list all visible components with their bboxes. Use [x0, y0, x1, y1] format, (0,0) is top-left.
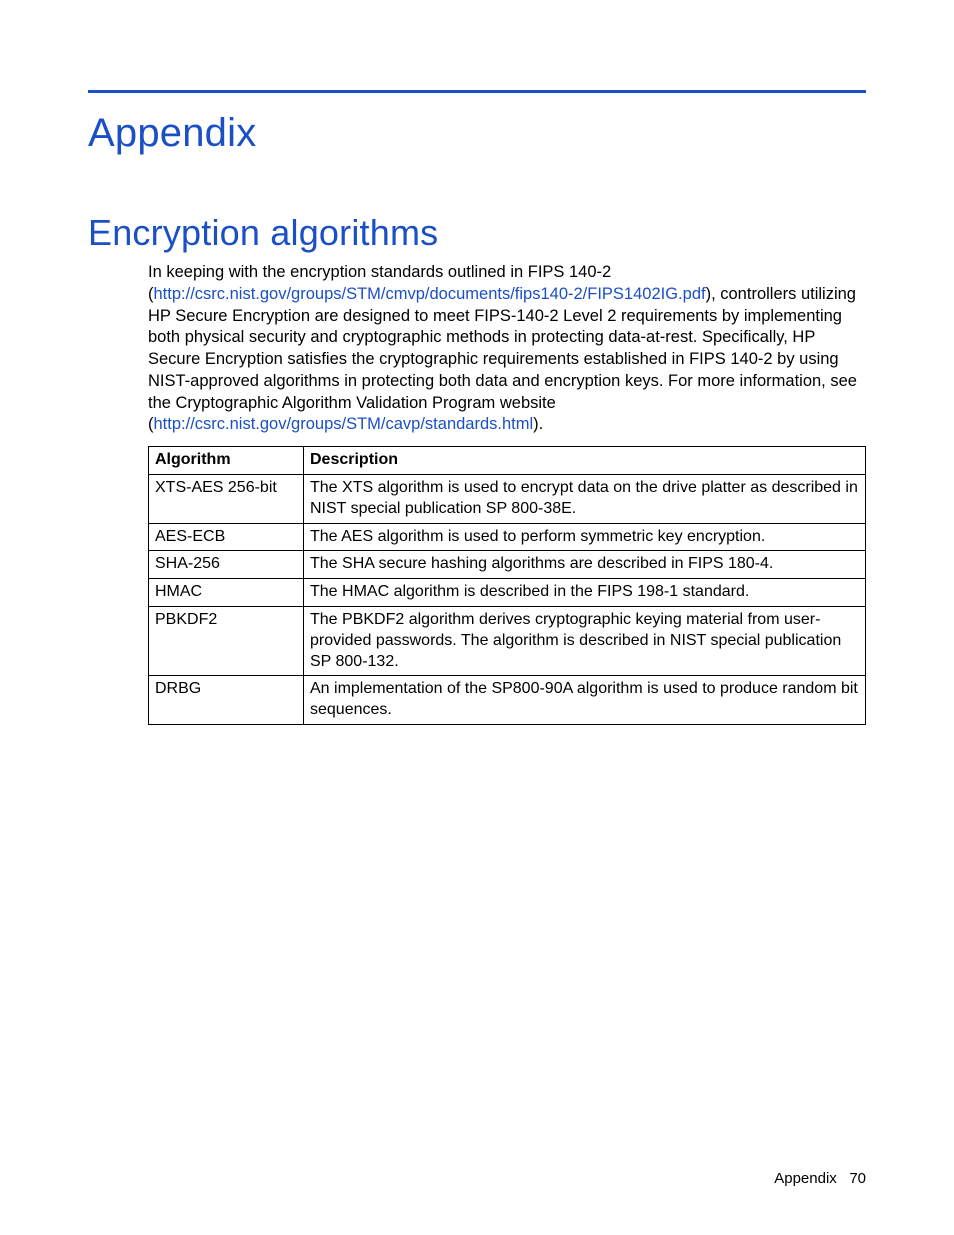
section-title: Encryption algorithms: [88, 212, 866, 254]
footer-label: Appendix: [774, 1170, 837, 1187]
cell-desc: The AES algorithm is used to perform sym…: [304, 523, 866, 551]
page-footer: Appendix 70: [774, 1170, 866, 1187]
top-rule: [88, 90, 866, 93]
algorithms-table: Algorithm Description XTS-AES 256-bit Th…: [148, 446, 866, 725]
table-header-description: Description: [304, 447, 866, 475]
table-row: XTS-AES 256-bit The XTS algorithm is use…: [149, 474, 866, 523]
cell-desc: The HMAC algorithm is described in the F…: [304, 579, 866, 607]
cell-algo: XTS-AES 256-bit: [149, 474, 304, 523]
cell-desc: An implementation of the SP800-90A algor…: [304, 676, 866, 725]
fips-link[interactable]: http://csrc.nist.gov/groups/STM/cmvp/doc…: [154, 285, 706, 303]
cell-algo: HMAC: [149, 579, 304, 607]
cell-algo: PBKDF2: [149, 606, 304, 675]
footer-page-number: 70: [849, 1170, 866, 1187]
intro-text-b: ), controllers utilizing HP Secure Encry…: [148, 285, 857, 434]
table-row: PBKDF2 The PBKDF2 algorithm derives cryp…: [149, 606, 866, 675]
table-row: SHA-256 The SHA secure hashing algorithm…: [149, 551, 866, 579]
table-header-algorithm: Algorithm: [149, 447, 304, 475]
cell-desc: The XTS algorithm is used to encrypt dat…: [304, 474, 866, 523]
cell-desc: The PBKDF2 algorithm derives cryptograph…: [304, 606, 866, 675]
table-row: DRBG An implementation of the SP800-90A …: [149, 676, 866, 725]
intro-text-c: ).: [533, 415, 543, 433]
intro-paragraph: In keeping with the encryption standards…: [148, 262, 866, 436]
cell-desc: The SHA secure hashing algorithms are de…: [304, 551, 866, 579]
table-row: HMAC The HMAC algorithm is described in …: [149, 579, 866, 607]
cell-algo: AES-ECB: [149, 523, 304, 551]
cell-algo: DRBG: [149, 676, 304, 725]
cell-algo: SHA-256: [149, 551, 304, 579]
table-row: AES-ECB The AES algorithm is used to per…: [149, 523, 866, 551]
cavp-link[interactable]: http://csrc.nist.gov/groups/STM/cavp/sta…: [154, 415, 534, 433]
chapter-title: Appendix: [88, 111, 866, 156]
